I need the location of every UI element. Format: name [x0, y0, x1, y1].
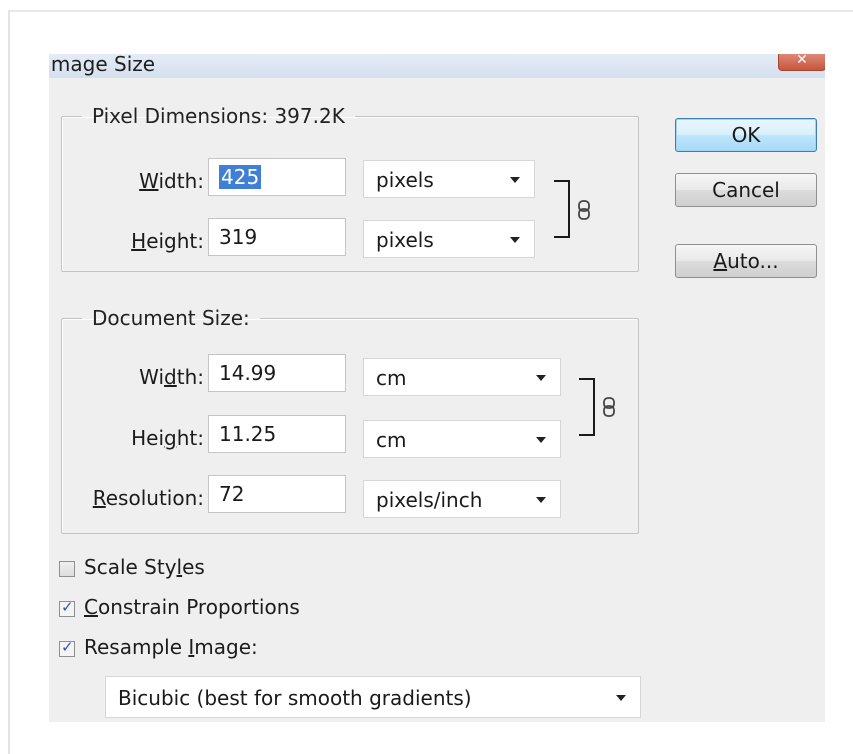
cancel-button[interactable]: Cancel [675, 173, 817, 207]
pixel-width-unit-select[interactable]: pixels [363, 160, 535, 198]
image-size-dialog: Image Size ✕ Pixel Dimensions: 397.2K Wi… [49, 54, 825, 722]
close-button[interactable]: ✕ [778, 54, 825, 71]
chevron-down-icon [616, 695, 626, 701]
title-bar[interactable]: Image Size ✕ [49, 54, 825, 78]
doc-width-unit-value: cm [376, 366, 407, 390]
chain-link-icon [578, 200, 590, 220]
resample-method-value: Bicubic (best for smooth gradients) [118, 686, 472, 710]
constrain-proportions-checkbox[interactable]: ✓ [59, 598, 75, 617]
pixel-height-label: Height: [131, 229, 204, 253]
ok-button[interactable]: OK [675, 118, 817, 152]
resample-image-label: Resample Image: [84, 635, 258, 659]
chevron-down-icon [536, 497, 546, 503]
resolution-unit-value: pixels/inch [376, 488, 483, 512]
chevron-down-icon [536, 437, 546, 443]
pixel-width-label: Width: [139, 169, 204, 193]
doc-height-unit-value: cm [376, 428, 407, 452]
doc-constrain-bracket [579, 378, 595, 436]
dialog-title: Image Size [49, 54, 156, 76]
pixel-width-input[interactable]: 425 [208, 158, 346, 196]
pixel-constrain-bracket [554, 180, 570, 238]
doc-width-unit-select[interactable]: cm [363, 358, 561, 396]
chevron-down-icon [510, 237, 520, 243]
scale-styles-checkbox[interactable] [59, 561, 75, 577]
doc-height-unit-select[interactable]: cm [363, 420, 561, 458]
resolution-value: 72 [219, 482, 245, 506]
pixel-dimensions-legend: Pixel Dimensions: 397.2K [92, 104, 345, 128]
resolution-input[interactable]: 72 [208, 475, 346, 513]
pixel-height-unit-value: pixels [376, 228, 434, 252]
pixel-height-input[interactable]: 319 [208, 218, 346, 256]
doc-width-label: Width: [139, 365, 204, 389]
document-size-legend: Document Size: [92, 306, 250, 330]
pixel-width-value: 425 [219, 165, 262, 189]
resolution-label: Resolution: [92, 486, 204, 510]
doc-height-input[interactable]: 11.25 [208, 415, 346, 453]
close-icon: ✕ [796, 54, 808, 68]
chain-link-icon [603, 397, 615, 417]
resample-image-checkbox[interactable]: ✓ [59, 638, 75, 657]
pixel-width-unit-value: pixels [376, 168, 434, 192]
constrain-proportions-label: Constrain Proportions [84, 595, 300, 619]
chevron-down-icon [536, 375, 546, 381]
pixel-height-value: 319 [219, 225, 258, 249]
checkmark-icon: ✓ [61, 638, 74, 656]
resample-method-select[interactable]: Bicubic (best for smooth gradients) [105, 676, 641, 718]
checkmark-icon: ✓ [61, 598, 74, 616]
chevron-down-icon [510, 177, 520, 183]
pixel-height-unit-select[interactable]: pixels [363, 220, 535, 258]
scale-styles-label: Scale Styles [84, 555, 205, 579]
doc-height-label: Height: [131, 426, 204, 450]
doc-width-value: 14.99 [219, 361, 277, 385]
resolution-unit-select[interactable]: pixels/inch [363, 480, 561, 518]
auto-button[interactable]: Auto... [675, 244, 817, 278]
doc-width-input[interactable]: 14.99 [208, 354, 346, 392]
doc-height-value: 11.25 [219, 422, 277, 446]
